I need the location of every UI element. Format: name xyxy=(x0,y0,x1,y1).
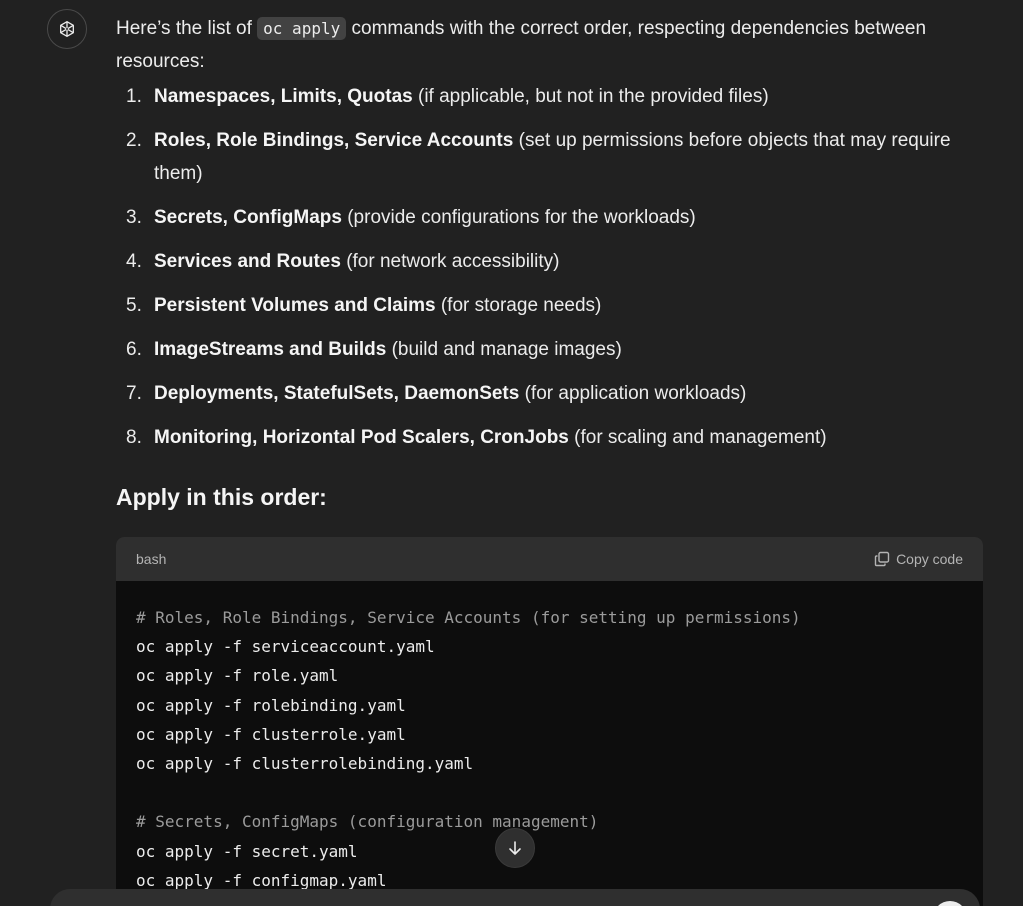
step-title: Roles, Role Bindings, Service Accounts xyxy=(154,130,514,151)
code-line: oc apply -f clusterrole.yaml xyxy=(136,724,406,744)
step-description: (if applicable, but not in the provided … xyxy=(412,86,769,107)
step-item: 6. ImageStreams and Builds (build and man… xyxy=(116,333,986,366)
step-item: 4. Services and Routes (for network acces… xyxy=(116,245,986,278)
section-heading: Apply in this order: xyxy=(116,484,327,510)
step-number: 3. xyxy=(126,207,142,228)
code-line: oc apply -f rolebinding.yaml xyxy=(136,695,406,715)
step-description: (for scaling and management) xyxy=(568,427,827,448)
scroll-to-bottom-button[interactable] xyxy=(495,828,535,868)
step-title: Monitoring, Horizontal Pod Scalers, Cron… xyxy=(154,427,569,448)
step-item: 5. Persistent Volumes and Claims (for sto… xyxy=(116,289,986,322)
step-number: 2. xyxy=(126,130,142,151)
step-description: (for storage needs) xyxy=(435,295,602,316)
step-item: 1. Namespaces, Limits, Quotas (if applica… xyxy=(116,80,986,113)
step-title: Services and Routes xyxy=(154,251,341,272)
chat-view: Here’s the list of oc apply commands wit… xyxy=(0,0,1023,906)
step-number: 5. xyxy=(126,295,142,316)
step-description: (provide configurations for the workload… xyxy=(341,207,696,228)
intro-prefix: Here’s the list of xyxy=(116,18,258,39)
step-number: 8. xyxy=(126,427,142,448)
message-input-bar[interactable] xyxy=(50,889,980,906)
arrow-down-icon xyxy=(509,841,521,855)
assistant-message: Here’s the list of oc apply commands wit… xyxy=(116,12,986,524)
code-block: bash Copy code # Roles, Role Bindings, S… xyxy=(116,537,983,906)
step-title: Namespaces, Limits, Quotas xyxy=(154,86,413,107)
step-item: 7. Deployments, StatefulSets, DaemonSets … xyxy=(116,377,986,410)
step-title: Deployments, StatefulSets, DaemonSets xyxy=(154,383,520,404)
openai-logo-icon xyxy=(60,21,74,37)
step-number: 4. xyxy=(126,251,142,272)
step-description: (build and manage images) xyxy=(386,339,622,360)
code-comment-line: # Secrets, ConfigMaps (configuration man… xyxy=(136,812,599,832)
assistant-avatar xyxy=(47,9,87,49)
inline-code: oc apply xyxy=(257,17,347,40)
code-content: # Roles, Role Bindings, Service Accounts… xyxy=(116,581,983,906)
step-number: 6. xyxy=(126,339,142,360)
code-line: oc apply -f role.yaml xyxy=(136,666,339,686)
step-title: ImageStreams and Builds xyxy=(154,339,387,360)
copy-code-label: Copy code xyxy=(896,551,963,567)
code-line: oc apply -f serviceaccount.yaml xyxy=(136,637,435,657)
step-number: 7. xyxy=(126,383,142,404)
code-line: oc apply -f secret.yaml xyxy=(136,841,358,861)
code-line: oc apply -f clusterrolebinding.yaml xyxy=(136,753,474,773)
code-language-label: bash xyxy=(136,551,167,567)
step-description: (for network accessibility) xyxy=(340,251,560,272)
code-header: bash Copy code xyxy=(116,537,983,581)
intro-paragraph: Here’s the list of oc apply commands wit… xyxy=(116,12,986,78)
step-title: Secrets, ConfigMaps xyxy=(154,207,342,228)
step-item: 2. Roles, Role Bindings, Service Accounts… xyxy=(116,124,986,190)
step-number: 1. xyxy=(126,86,142,107)
steps-list: 1. Namespaces, Limits, Quotas (if applica… xyxy=(116,80,986,454)
step-description: (for application workloads) xyxy=(519,383,747,404)
step-item: 3. Secrets, ConfigMaps (provide configura… xyxy=(116,201,986,234)
copy-icon xyxy=(874,551,890,567)
copy-code-button[interactable]: Copy code xyxy=(874,551,963,567)
step-item: 8. Monitoring, Horizontal Pod Scalers, Cr… xyxy=(116,421,986,454)
step-title: Persistent Volumes and Claims xyxy=(154,295,436,316)
code-comment-line: # Roles, Role Bindings, Service Accounts… xyxy=(136,608,801,627)
